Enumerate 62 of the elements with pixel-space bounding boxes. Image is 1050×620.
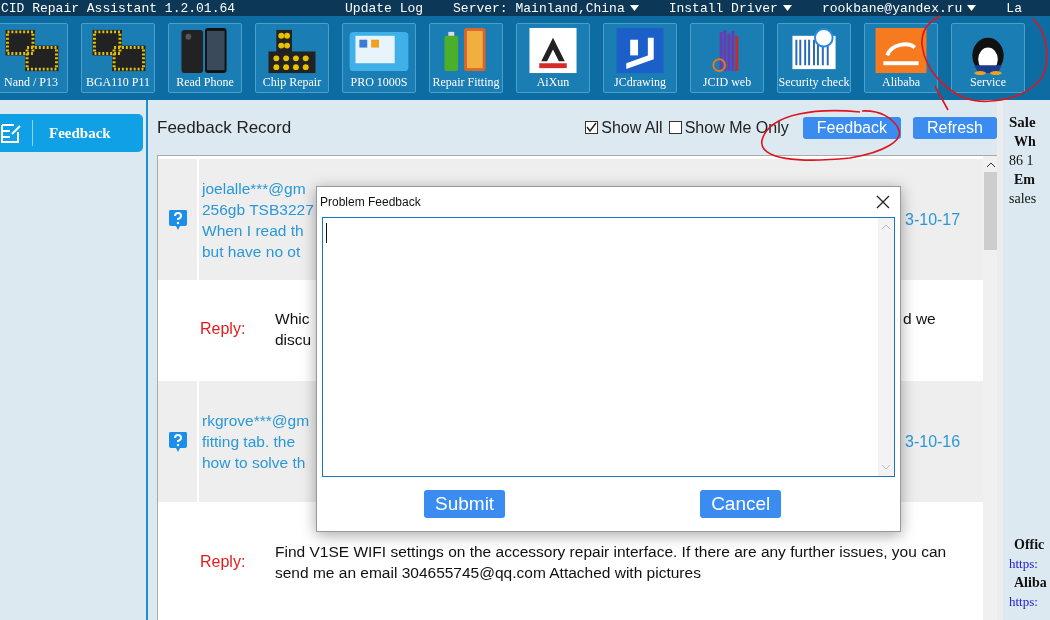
sidebar-item[interactable]: Feedback [0,114,143,152]
scrollbar-thumb[interactable] [984,172,997,250]
tool-button[interactable]: Chip Repair [255,23,329,93]
question-text: rkgrove***@gm [202,411,310,431]
tool-button[interactable]: PRO 1000S [342,23,416,93]
menu-item[interactable]: Update Log [345,0,424,16]
menu-item[interactable]: Server: Mainland,China [453,0,639,16]
reply-label: Reply: [200,320,247,338]
reply-text: discu [275,330,313,350]
dialog-button[interactable]: Submit [424,490,506,518]
chevron-down-icon[interactable] [881,464,891,470]
edit-icon [0,122,22,144]
checkbox[interactable]: Show All [585,118,663,137]
tool-button[interactable]: Read Phone [168,23,242,93]
info-text: Wh [1014,134,1037,150]
reply-label: Reply: [200,553,247,571]
date-text: 3-10-16 [905,432,961,451]
tool-button[interactable]: Nand / P13 [0,23,68,93]
tool-button[interactable]: Security check [777,23,851,93]
action-button[interactable]: Refresh [912,116,997,139]
checkbox-box[interactable] [585,121,599,134]
question-text: When I read th [202,220,304,241]
question-icon [167,208,188,231]
info-text: Sale [1009,114,1037,131]
info-text: sales [1009,191,1038,207]
info-text: Em [1014,172,1036,188]
question-text: joelalle***@gm [202,178,306,199]
tool-button[interactable]: Alibaba [864,23,938,93]
menu-item[interactable]: rookbane@yandex.ru [821,0,977,16]
question-icon [167,430,188,453]
reply-text: d we [903,309,936,329]
info-text: Aliba [1014,575,1048,591]
dialog-button[interactable]: Cancel [700,490,782,518]
reply-text: Whic [275,309,311,329]
menu-item[interactable]: Install Driver [668,0,792,16]
text-field[interactable] [322,217,895,477]
action-button[interactable]: Feedback [802,116,901,139]
checkbox-box[interactable] [668,121,682,134]
question-text: how to solve th [202,453,306,473]
info-text: 86 1 [1009,153,1035,169]
info-text: Offic [1014,537,1046,553]
tool-button[interactable]: Repair Fitting [429,23,503,93]
link[interactable]: https: [1009,556,1050,572]
tool-button[interactable]: JCID web [690,23,764,93]
annotation-line [934,85,949,111]
link[interactable]: https: [1009,594,1050,610]
close-icon[interactable] [876,195,890,209]
app-title: CID Repair Assistant 1.2.01.64 [1,0,236,16]
menu-item[interactable]: La [1006,0,1022,16]
tool-button[interactable]: JCdrawing [603,23,677,93]
tool-button[interactable]: Service [951,23,1025,93]
dialog-title: Problem Feedback [320,195,421,209]
tool-button[interactable]: AiXun [516,23,590,93]
date-text: 3-10-17 [905,210,961,229]
question-text: 256gb TSB3227 [202,199,314,220]
question-text: fitting tab. the [202,432,296,452]
checkbox-label: Show All [601,118,663,137]
question-text: but have no ot [202,241,301,262]
section-title: Feedback Record [157,117,292,138]
tool-button[interactable]: BGA110 P11 [81,23,155,93]
reply-text: Find V1SE WIFI settings on the accessory repair interface. If there are any further issues, you can send me an email 304655745@qq.com Attached with pictures [275,542,948,583]
chevron-up-icon[interactable] [985,162,996,168]
